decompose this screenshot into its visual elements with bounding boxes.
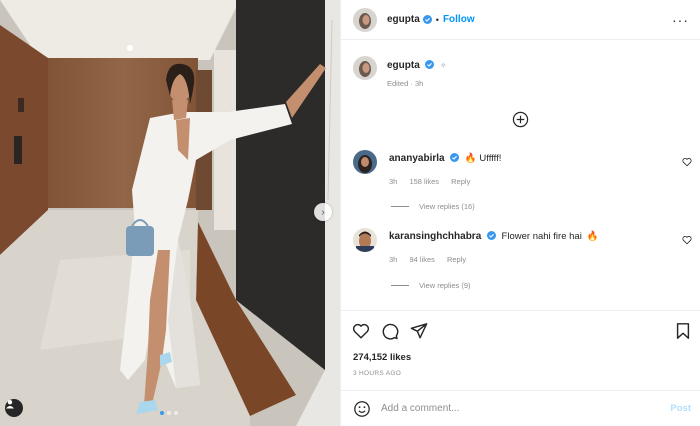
post-author-username[interactable]: egupta [387,14,420,25]
comment-body: ananyabirla 🔥 Ufffff! 3h 158 likes Reply [389,150,501,186]
avatar-image [353,228,377,252]
follow-button[interactable]: Follow [443,14,475,25]
add-comment-bar: Post [341,390,700,426]
caption-avatar[interactable] [353,56,377,80]
post-photo[interactable]: › [0,0,340,426]
post-actions-bar [341,310,700,350]
post-caption: egupta ✧ Edited · 3h [353,56,447,88]
comment-item: karansinghchhabra Flower nahi fire hai 🔥… [353,228,598,264]
comment-input[interactable] [381,403,641,414]
comment-item: ananyabirla 🔥 Ufffff! 3h 158 likes Reply [353,150,501,186]
sparkle-emoji-icon: ✧ [439,61,447,70]
comment-likes[interactable]: 158 likes [409,177,439,186]
caption-username[interactable]: egupta [387,60,420,71]
reply-button[interactable]: Reply [451,177,470,186]
divider [391,206,409,207]
post-comment-button[interactable]: Post [670,403,691,414]
save-icon[interactable] [674,322,692,340]
next-arrow-icon: › [321,206,325,218]
more-icon[interactable]: ··· [672,12,689,28]
user-tags-button[interactable] [5,399,23,417]
likes-count[interactable]: 274,152 likes [353,352,411,363]
view-replies-label: View replies (16) [419,202,475,211]
instagram-post-modal: › egupta • Follow ··· egupta ✧ Edited · … [0,0,700,426]
comment-username[interactable]: karansinghchhabra [389,231,481,242]
carousel-dot-1 [160,411,164,415]
next-photo-button[interactable]: › [314,203,332,221]
comment-icon[interactable] [381,322,399,340]
avatar-image [353,7,377,32]
divider [391,285,409,286]
reply-button[interactable]: Reply [447,255,466,264]
avatar[interactable] [353,7,377,32]
edited-time: 3h [414,79,424,88]
heart-icon[interactable] [682,157,692,167]
caption-edited: Edited · 3h [387,79,447,88]
separator-dot: • [435,14,439,25]
comment-time[interactable]: 3h [389,255,397,264]
carousel-dot-3 [174,411,178,415]
commenter-avatar[interactable] [353,228,377,252]
user-tag-icon [6,400,14,409]
avatar-image [353,150,377,174]
comment-time[interactable]: 3h [389,177,397,186]
heart-icon[interactable] [682,235,692,245]
comment-username[interactable]: ananyabirla [389,153,445,164]
emoji-icon[interactable] [353,400,371,418]
share-icon[interactable] [410,322,428,340]
fire-emoji-icon: 🔥 [586,231,599,242]
verified-icon [486,231,496,240]
verified-icon [425,60,435,69]
caption-meta: egupta ✧ Edited · 3h [387,56,447,88]
comment-text: Flower nahi fire hai [501,231,582,242]
comment-meta: 3h 94 likes Reply [389,255,598,264]
photo-illustration [0,0,340,426]
edited-label: Edited [387,79,409,88]
comment-body: karansinghchhabra Flower nahi fire hai 🔥… [389,228,598,264]
carousel-indicator [160,411,178,415]
comment-meta: 3h 158 likes Reply [389,177,501,186]
verified-icon [422,15,432,24]
comment-line: karansinghchhabra Flower nahi fire hai 🔥 [389,231,598,242]
carousel-dot-2 [167,411,171,415]
fire-emoji-icon: 🔥 [464,153,477,164]
comment-text: Ufffff! [479,153,502,164]
comment-line: ananyabirla 🔥 Ufffff! [389,153,501,164]
verified-icon [450,153,460,162]
post-timestamp[interactable]: 3 HOURS AGO [353,370,401,377]
commenter-avatar[interactable] [353,150,377,174]
view-replies-label: View replies (9) [419,281,471,290]
view-replies-button[interactable]: View replies (9) [391,281,471,290]
avatar-image [353,56,377,80]
caption-line: egupta ✧ [387,60,447,71]
view-replies-button[interactable]: View replies (16) [391,202,475,211]
post-header: egupta • Follow ··· [341,0,700,40]
comment-likes[interactable]: 94 likes [409,255,434,264]
load-more-icon[interactable] [512,111,529,128]
post-details-panel: egupta • Follow ··· egupta ✧ Edited · 3h… [340,0,700,426]
heart-icon[interactable] [352,322,370,340]
